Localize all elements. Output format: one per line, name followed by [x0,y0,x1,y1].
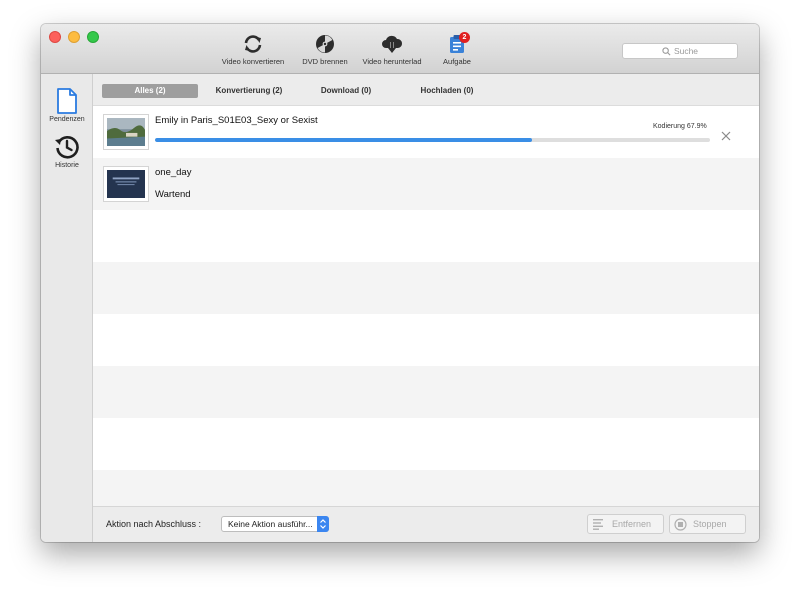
stop-button[interactable]: Stoppen [669,514,746,534]
task-button[interactable]: 2 Aufgabe [437,32,477,66]
burn-dvd-label: DVD brennen [302,57,348,66]
refresh-icon [244,35,262,53]
download-video-label: Video herunterlad [362,57,422,66]
remove-label: Entfernen [612,519,652,529]
slide-thumbnail-icon [107,170,145,198]
stop-label: Stoppen [693,519,727,529]
empty-row [93,210,759,262]
empty-row [93,314,759,366]
download-video-button[interactable]: Video herunterlad [359,34,425,66]
task-title: one_day [155,167,192,178]
sidebar-item-label: Pendenzen [49,116,85,123]
progress-bar [155,138,710,142]
tab-download[interactable]: Download (0) [315,84,377,98]
video-thumbnail [103,114,149,150]
empty-row [93,366,759,418]
landscape-thumbnail-icon [107,118,145,146]
disc-icon [316,35,334,53]
cloud-download-icon [382,35,403,53]
search-icon [662,46,671,55]
search-placeholder: Suche [673,46,699,56]
sidebar-item-pending[interactable]: Pendenzen [41,88,93,123]
document-icon [57,88,77,114]
after-completion-select[interactable]: Keine Aktion ausführ... [221,516,329,532]
after-completion-label: Aktion nach Abschluss : [106,519,202,529]
task-row[interactable]: Emily in Paris_S01E03_Sexy or Sexist Kod… [93,106,759,158]
task-row[interactable]: one_day Wartend [93,158,759,210]
sidebar-item-history[interactable]: Historie [41,134,93,169]
empty-row [93,262,759,314]
toolbar: Video konvertieren DVD brennen Video her… [41,24,759,74]
progress-fill [155,138,532,142]
tab-bar: Alles (2) Konvertierung (2) Download (0)… [93,74,759,106]
tab-all[interactable]: Alles (2) [102,84,198,98]
empty-row [93,470,759,506]
close-icon[interactable] [720,130,732,142]
remove-button[interactable]: Entfernen [587,514,664,534]
tab-upload[interactable]: Hochladen (0) [411,84,483,98]
video-thumbnail [103,166,149,202]
maximize-window-button[interactable] [87,31,99,43]
search-input[interactable]: Suche [622,43,738,59]
task-title: Emily in Paris_S01E03_Sexy or Sexist [155,115,318,126]
task-status: Wartend [155,189,191,200]
task-count-badge: 2 [459,32,470,43]
task-list: Emily in Paris_S01E03_Sexy or Sexist Kod… [93,106,759,506]
history-icon [55,136,79,159]
select-arrows-icon [317,516,329,532]
tab-conversion[interactable]: Konvertierung (2) [210,84,288,98]
task-label: Aufgabe [443,57,471,66]
list-remove-icon [593,519,603,530]
select-value: Keine Aktion ausführ... [228,519,313,529]
stop-icon [674,517,687,531]
sidebar: Pendenzen Historie [41,74,93,542]
app-window: Video konvertieren DVD brennen Video her… [41,24,759,542]
convert-video-button[interactable]: Video konvertieren [221,34,285,66]
close-window-button[interactable] [49,31,61,43]
progress-label: Kodierung 67.9% [653,123,707,130]
convert-video-label: Video konvertieren [221,57,285,66]
burn-dvd-button[interactable]: DVD brennen [297,34,353,66]
minimize-window-button[interactable] [68,31,80,43]
empty-row [93,418,759,470]
bottom-bar: Aktion nach Abschluss : Keine Aktion aus… [93,506,759,542]
sidebar-item-label: Historie [55,162,79,169]
